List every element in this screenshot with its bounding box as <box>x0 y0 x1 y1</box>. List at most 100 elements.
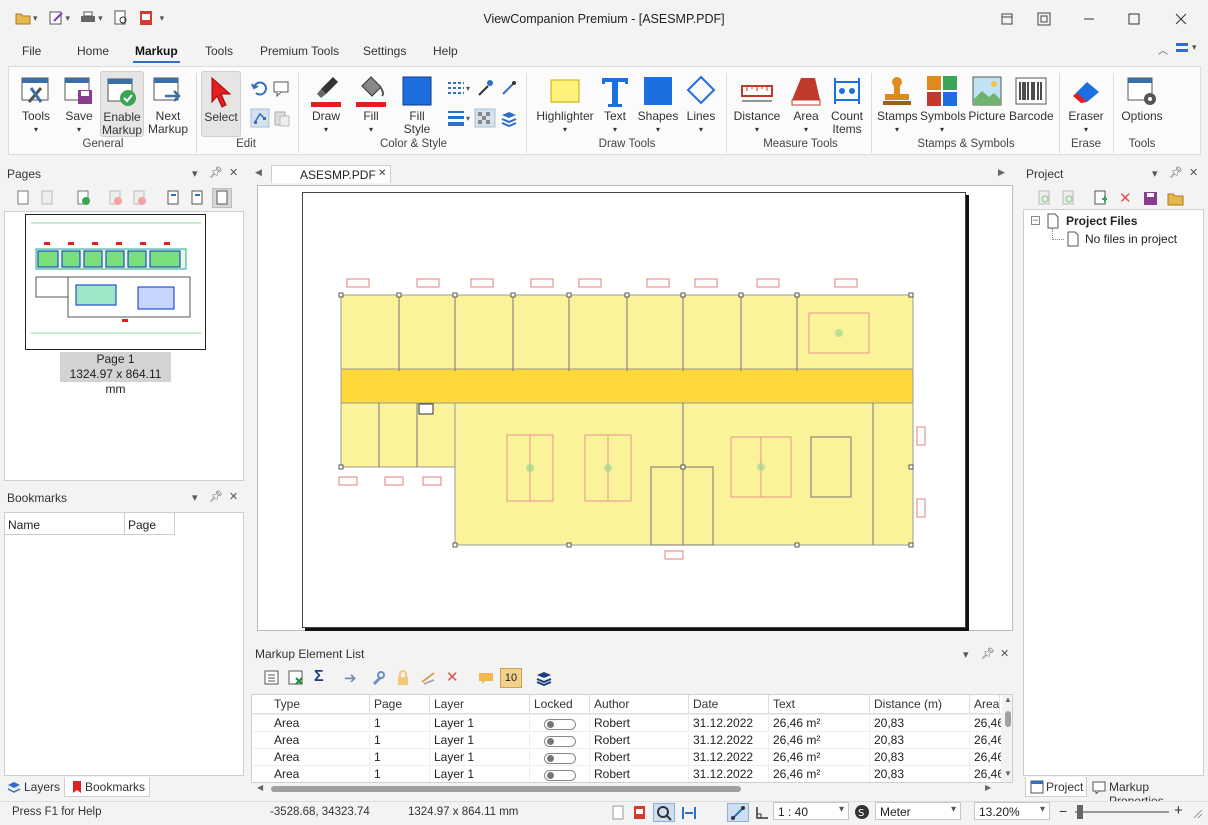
export-excel-icon[interactable] <box>288 670 304 686</box>
zoom-slider-track[interactable] <box>1075 811 1169 813</box>
document-tab[interactable]: ASESMP.PDF ✕ <box>271 165 391 183</box>
scroll-right-icon[interactable]: ▶ <box>985 783 991 792</box>
panel-menu-icon[interactable]: ▾ <box>192 491 198 504</box>
go-to-arrow-icon[interactable]: ➔ <box>344 669 357 687</box>
new-page-icon[interactable] <box>16 190 30 206</box>
sum-icon[interactable]: Σ <box>314 668 324 686</box>
tab-bookmarks[interactable]: Bookmarks <box>64 777 150 797</box>
col-page[interactable]: Page <box>370 695 430 714</box>
restore-layout-icon[interactable] <box>995 8 1019 30</box>
layers-icon[interactable] <box>500 109 518 127</box>
close-icon[interactable]: ✕ <box>1189 166 1198 179</box>
count-badge[interactable]: 10 <box>500 668 522 688</box>
page-view-toggle[interactable] <box>212 188 232 208</box>
tab-layers[interactable]: Layers <box>4 777 62 797</box>
wrench-icon[interactable] <box>370 670 386 686</box>
fill-color-button[interactable]: Fill ▾ <box>351 71 391 136</box>
remove-file-icon[interactable]: ✕ <box>1119 189 1132 207</box>
delete-icon[interactable]: ✕ <box>446 668 459 686</box>
sync-file-icon[interactable] <box>1061 190 1075 206</box>
hide-icon[interactable] <box>420 670 436 686</box>
menu-home[interactable]: Home <box>77 44 109 58</box>
locked-toggle[interactable] <box>544 770 576 781</box>
layers-icon[interactable] <box>536 670 552 686</box>
remove-page-icon[interactable] <box>132 190 146 206</box>
col-distance[interactable]: Distance (m) <box>870 695 970 714</box>
minimize-button[interactable] <box>1077 8 1101 30</box>
panel-menu-icon[interactable]: ▾ <box>192 167 198 180</box>
add-file-icon[interactable] <box>1093 190 1107 206</box>
pin-icon[interactable]: 📌︎ <box>981 647 995 660</box>
table-hscrollbar[interactable]: ◀ ▶ <box>251 783 1013 795</box>
select-nodes-icon[interactable] <box>250 108 270 128</box>
shapes-button[interactable]: Shapes ▾ <box>637 71 679 136</box>
next-markup-button[interactable]: Next Markup <box>146 71 190 136</box>
scale-select[interactable]: 1 : 40 <box>773 802 849 820</box>
col-text[interactable]: Text <box>769 695 870 714</box>
table-row[interactable]: Area 1 Layer 1 Robert 31.12.2022 26,46 m² 20,8… <box>252 748 1012 766</box>
save-project-icon[interactable] <box>1143 190 1157 206</box>
table-row[interactable]: Area 1 Layer 1 Robert 31.12.2022 26,46 m² 20,8… <box>252 731 1012 749</box>
eyedropper-icon[interactable] <box>476 79 494 97</box>
close-button[interactable] <box>1169 8 1193 30</box>
maximize-button[interactable] <box>1122 8 1146 30</box>
barcode-button[interactable]: Barcode <box>1009 71 1054 123</box>
scroll-up-icon[interactable]: ▲ <box>1004 695 1012 704</box>
snap-button[interactable] <box>727 803 749 822</box>
draw-color-button[interactable]: Draw ▾ <box>306 71 346 136</box>
locked-toggle[interactable] <box>544 736 576 747</box>
zoom-slider-thumb[interactable] <box>1077 805 1083 819</box>
area-button[interactable]: Area ▾ <box>786 71 826 136</box>
delete-page-icon[interactable] <box>108 190 122 206</box>
col-type[interactable]: Type <box>270 695 370 714</box>
page-thumbnail[interactable] <box>25 214 206 350</box>
transparency-icon[interactable] <box>474 108 496 128</box>
rotate-right-icon[interactable] <box>190 190 204 206</box>
menu-markup[interactable]: Markup <box>133 44 180 63</box>
pin-icon[interactable]: 📌︎ <box>209 166 223 179</box>
panel-menu-icon[interactable]: ▾ <box>963 648 969 661</box>
save-button[interactable]: Save ▾ <box>59 71 99 136</box>
close-icon[interactable]: ✕ <box>1000 647 1009 660</box>
enable-markup-button[interactable]: Enable Markup <box>100 71 144 137</box>
lock-icon[interactable] <box>395 670 411 686</box>
table-scrollbar[interactable]: ▲ ▼ <box>1002 695 1012 782</box>
tab-project[interactable]: Project <box>1025 777 1087 797</box>
menu-settings[interactable]: Settings <box>363 44 406 58</box>
col-author[interactable]: Author <box>590 695 689 714</box>
project-root-label[interactable]: Project Files <box>1066 214 1137 228</box>
picture-button[interactable]: Picture <box>967 71 1007 123</box>
scroll-tabs-left-icon[interactable]: ◀ <box>255 167 262 178</box>
count-items-button[interactable]: Count Items <box>827 71 867 136</box>
tools-button[interactable]: Tools ▾ <box>15 71 57 136</box>
scroll-down-icon[interactable]: ▼ <box>1004 769 1012 778</box>
fullscreen-icon[interactable] <box>1032 8 1056 30</box>
scroll-thumb[interactable] <box>1005 711 1011 727</box>
collapse-icon[interactable]: − <box>1031 216 1040 225</box>
options-button[interactable]: Options <box>1119 71 1165 123</box>
select-button[interactable]: Select <box>201 71 241 137</box>
open-folder-icon[interactable] <box>1167 190 1185 206</box>
paste-icon[interactable] <box>273 109 291 127</box>
text-tool-button[interactable]: Text ▾ <box>598 71 632 136</box>
zoom-in-icon[interactable]: + <box>1174 802 1183 819</box>
bookmarks-col-page[interactable]: Page <box>125 513 175 535</box>
refresh-file-icon[interactable] <box>1037 190 1051 206</box>
highlighter-button[interactable]: Highlighter ▾ <box>533 71 597 136</box>
line-width-icon[interactable]: ▾ <box>446 109 472 127</box>
menu-premium-tools[interactable]: Premium Tools <box>260 44 339 58</box>
hscroll-thumb[interactable] <box>271 786 741 792</box>
scale-settings-icon[interactable]: S <box>854 804 870 820</box>
col-date[interactable]: Date <box>689 695 769 714</box>
close-icon[interactable]: ✕ <box>229 490 238 503</box>
chevron-down-icon[interactable]: ▾ <box>1192 42 1197 53</box>
scroll-left-icon[interactable]: ◀ <box>257 783 263 792</box>
lines-button[interactable]: Lines ▾ <box>682 71 720 136</box>
locked-toggle[interactable] <box>544 753 576 764</box>
add-page-icon[interactable] <box>76 190 90 206</box>
zoom-tool-button[interactable] <box>653 803 675 822</box>
table-row[interactable]: Area 1 Layer 1 Robert 31.12.2022 26,46 m² 20,8… <box>252 765 1012 782</box>
menu-help[interactable]: Help <box>433 44 458 58</box>
col-area[interactable]: Area <box>970 695 1000 714</box>
menu-file[interactable]: File <box>22 44 41 58</box>
